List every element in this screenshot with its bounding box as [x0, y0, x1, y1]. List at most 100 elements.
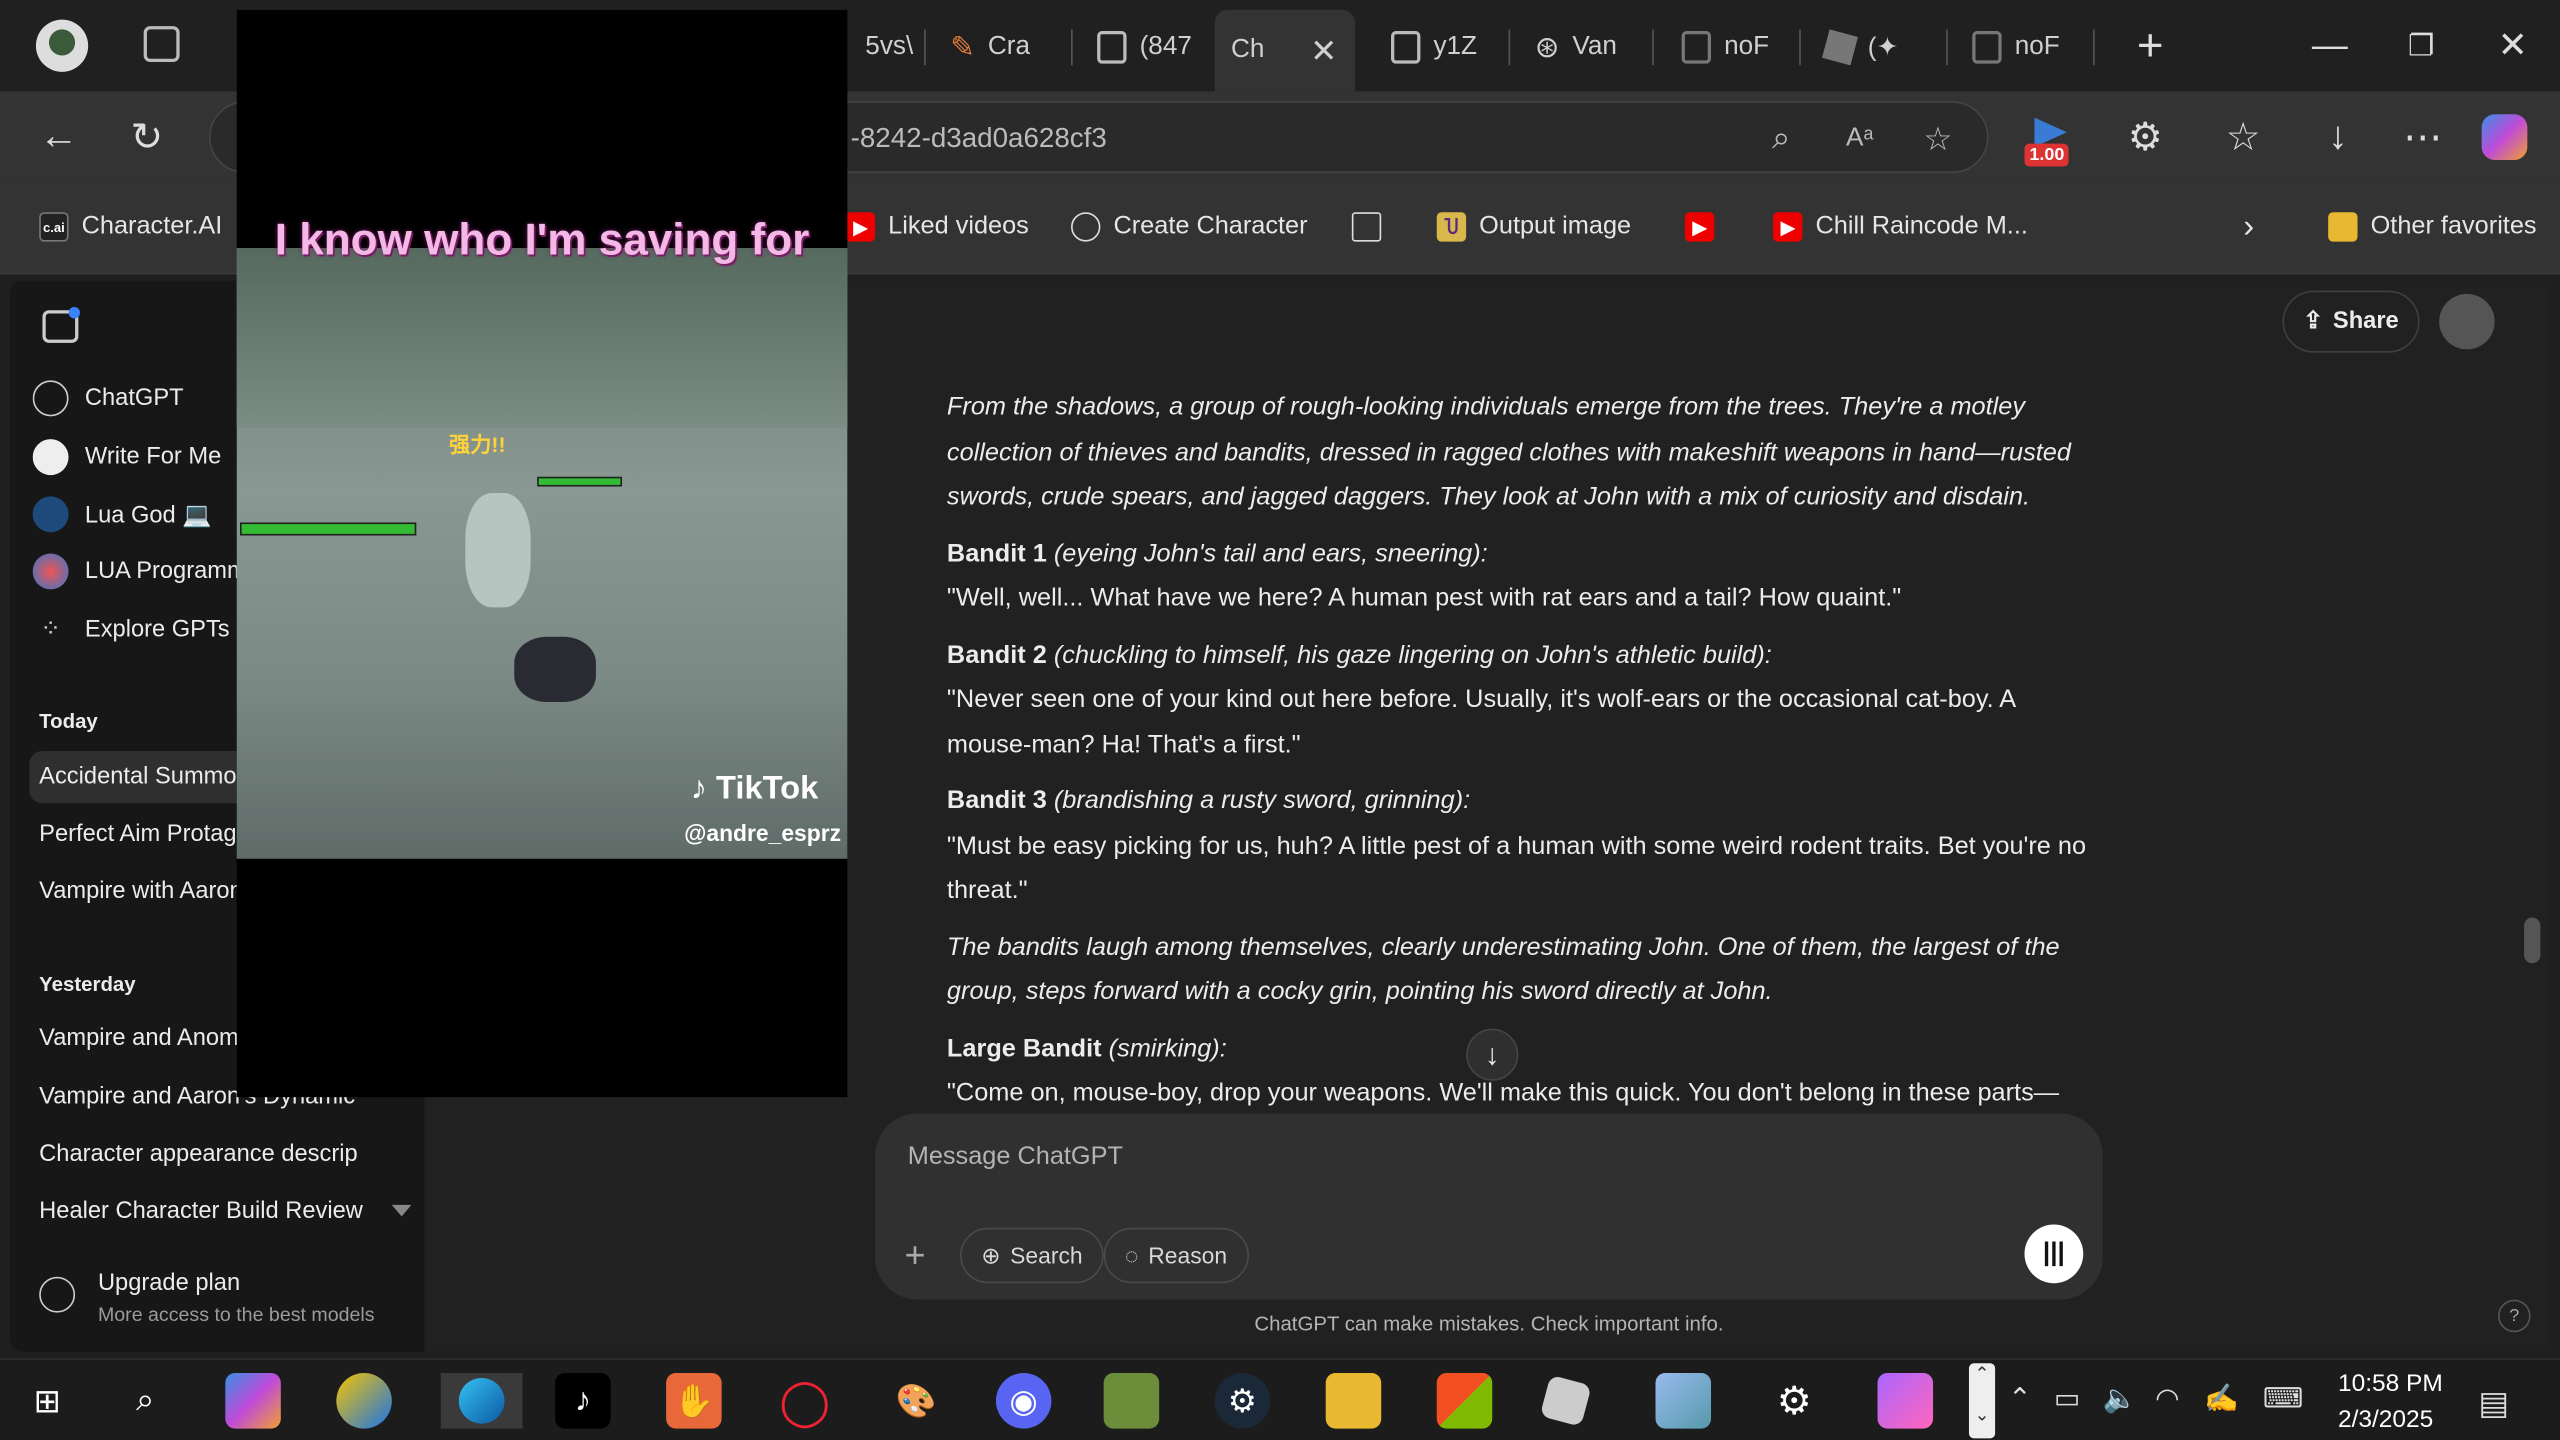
extension-counter-icon[interactable]: 1.00	[2024, 117, 2076, 167]
fav-create-character[interactable]: Create Character	[1071, 206, 1308, 248]
scroll-taskbar-icon[interactable]: ⌃ ⌄	[1968, 1363, 1996, 1439]
tab-1[interactable]: 5vs\	[849, 16, 921, 78]
tab-label: Cra	[987, 32, 1030, 61]
share-button[interactable]: ⇪ Share	[2282, 290, 2420, 353]
wifi-icon[interactable]: ◠	[2155, 1383, 2179, 1416]
search-button[interactable]: ⊕ Search	[959, 1227, 1104, 1284]
message-input[interactable]: Message ChatGPT	[908, 1143, 1123, 1172]
image-icon	[1097, 31, 1127, 64]
zoom-icon[interactable]: ⌕	[1762, 119, 1801, 158]
speaker-action: (smirking):	[1101, 1034, 1227, 1063]
tab-7[interactable]: noF	[1665, 16, 1792, 78]
steam-icon[interactable]: ⚙	[1214, 1373, 1271, 1429]
history-item[interactable]: Character appearance descrip	[29, 1128, 414, 1180]
grid-icon: ⁘	[40, 615, 61, 644]
fav-character-ai[interactable]: c.ai Character.AI	[39, 206, 222, 248]
fav-label: Create Character	[1113, 212, 1308, 240]
message-composer[interactable]: Message ChatGPT + ⊕ Search ◌ Reason |||	[875, 1113, 2103, 1300]
file-explorer-icon[interactable]	[1325, 1373, 1382, 1429]
page-icon	[1681, 31, 1712, 64]
more-menu-icon[interactable]: ⋯	[2397, 111, 2449, 163]
app-icon[interactable]: ✋	[666, 1373, 722, 1429]
arena-wall	[236, 248, 848, 428]
volume-icon[interactable]: 🔈	[2103, 1383, 2138, 1416]
help-button[interactable]: ?	[2497, 1299, 2531, 1333]
refresh-button[interactable]: ↻	[121, 111, 173, 163]
history-item[interactable]: Healer Character Build Review	[29, 1185, 414, 1237]
fav-liked-videos[interactable]: ▶ Liked videos	[845, 206, 1029, 248]
restore-button[interactable]: ❐	[2398, 23, 2444, 69]
lua-programmer-icon	[32, 553, 69, 590]
close-tab-icon[interactable]: ✕	[1310, 30, 1337, 71]
app-icon[interactable]	[336, 1373, 392, 1429]
edge-icon[interactable]	[440, 1373, 523, 1429]
read-aloud-icon[interactable]: A͏ᵃ	[1840, 119, 1879, 158]
favorites-icon[interactable]: ☆	[2217, 111, 2269, 163]
reason-label: Reason	[1148, 1242, 1228, 1269]
tab-6[interactable]: ⊛ Van	[1518, 16, 1645, 78]
extensions-icon[interactable]: ⚙	[2119, 111, 2171, 163]
copilot-icon[interactable]	[225, 1373, 281, 1429]
scroll-to-bottom-button[interactable]: ↓	[1466, 1028, 1519, 1081]
fav-youtube[interactable]: ▶	[1684, 206, 1715, 248]
hud-health-bar	[239, 522, 417, 536]
share-icon: ⇪	[2303, 308, 2324, 335]
chat-scrollbar[interactable]	[2524, 917, 2541, 964]
scroll-down-caret-icon[interactable]	[391, 1204, 412, 1217]
tab-active-chatgpt[interactable]: Ch ✕	[1214, 9, 1356, 92]
tab-9[interactable]: noF	[1956, 16, 2087, 78]
upgrade-subtitle: More access to the best models	[97, 1302, 375, 1326]
settings-gear-icon[interactable]: ⚙	[1767, 1373, 1823, 1429]
fav-other-favorites[interactable]: Other favorites	[2328, 206, 2537, 248]
address-text: -8242-d3ad0a628cf3	[850, 122, 1107, 154]
keyboard-icon[interactable]: ⌨	[2263, 1383, 2303, 1416]
search-icon[interactable]: ⌕	[118, 1373, 174, 1429]
tab-label: noF	[2014, 32, 2060, 61]
tab-2[interactable]: ✎ Cra	[934, 16, 1065, 78]
workspaces-icon[interactable]	[143, 26, 180, 63]
clock[interactable]: 10:58 PM 2/3/2025	[2338, 1367, 2443, 1439]
paint-icon[interactable]: 🎨	[888, 1373, 944, 1429]
upgrade-plan-button[interactable]: Upgrade plan More access to the best mod…	[33, 1264, 418, 1336]
close-window-button[interactable]: ✕	[2490, 23, 2536, 69]
favorites-overflow-chevron-icon[interactable]: ›	[2243, 206, 2254, 248]
chevron-up-icon[interactable]: ⌃	[2008, 1383, 2031, 1416]
youtube-icon: ▶	[1773, 212, 1803, 242]
attach-plus-icon[interactable]: +	[904, 1234, 925, 1276]
battery-icon[interactable]: ▭	[2054, 1383, 2080, 1416]
profile-avatar[interactable]	[35, 19, 89, 72]
sidebar-item-label: Lua God 💻	[84, 502, 212, 529]
new-tab-button[interactable]: +	[2127, 20, 2173, 71]
yesterday-heading: Yesterday	[39, 973, 136, 996]
tab-8[interactable]: (✦	[1809, 16, 1940, 78]
user-avatar[interactable]	[2439, 293, 2495, 350]
favorite-star-icon[interactable]: ☆	[1918, 119, 1957, 158]
fav-chill-raincode[interactable]: ▶ Chill Raincode M...	[1773, 206, 2028, 248]
openai-icon	[1071, 212, 1101, 242]
sidebar-item-label: Explore GPTs	[84, 617, 230, 644]
app-icon[interactable]	[1103, 1373, 1160, 1429]
pen-icon[interactable]: ✍	[2204, 1383, 2239, 1416]
copilot-icon[interactable]	[2481, 114, 2528, 160]
downloads-icon[interactable]: ↓	[2312, 111, 2364, 163]
notifications-icon[interactable]: ▤	[2478, 1383, 2509, 1424]
app-icon[interactable]	[1655, 1373, 1712, 1429]
tab-3[interactable]: (847	[1081, 16, 1208, 78]
discord-icon[interactable]: ◉	[995, 1373, 1052, 1429]
voice-mode-icon[interactable]: |||	[2024, 1224, 2084, 1284]
store-icon[interactable]	[1436, 1373, 1493, 1429]
taskbar: ⊞ ⌕ ♪ ✋ ◯ 🎨 ◉ ⚙ ⚙ ⌃ ⌄ ⌃ ▭ 🔈 ◠ ✍ ⌨ 10:58 P…	[0, 1358, 2560, 1440]
fav-page[interactable]	[1351, 206, 1382, 248]
tab-5[interactable]: y1Z	[1375, 16, 1502, 78]
fav-output-image[interactable]: Ⴎ Output image	[1436, 206, 1631, 248]
floating-video-player[interactable]: 强力!! I know who I'm saving for ♪ TikTok …	[236, 9, 848, 1098]
enemy-health-bar	[537, 476, 623, 487]
reason-button[interactable]: ◌ Reason	[1103, 1227, 1249, 1284]
start-windows-icon[interactable]: ⊞	[20, 1373, 76, 1429]
roblox-icon[interactable]	[1539, 1374, 1592, 1427]
back-button[interactable]: ←	[33, 111, 85, 163]
app-icon[interactable]	[1877, 1373, 1934, 1429]
opera-icon[interactable]: ◯	[777, 1373, 833, 1429]
tiktok-icon[interactable]: ♪	[555, 1373, 611, 1429]
minimize-button[interactable]: —	[2307, 23, 2353, 69]
